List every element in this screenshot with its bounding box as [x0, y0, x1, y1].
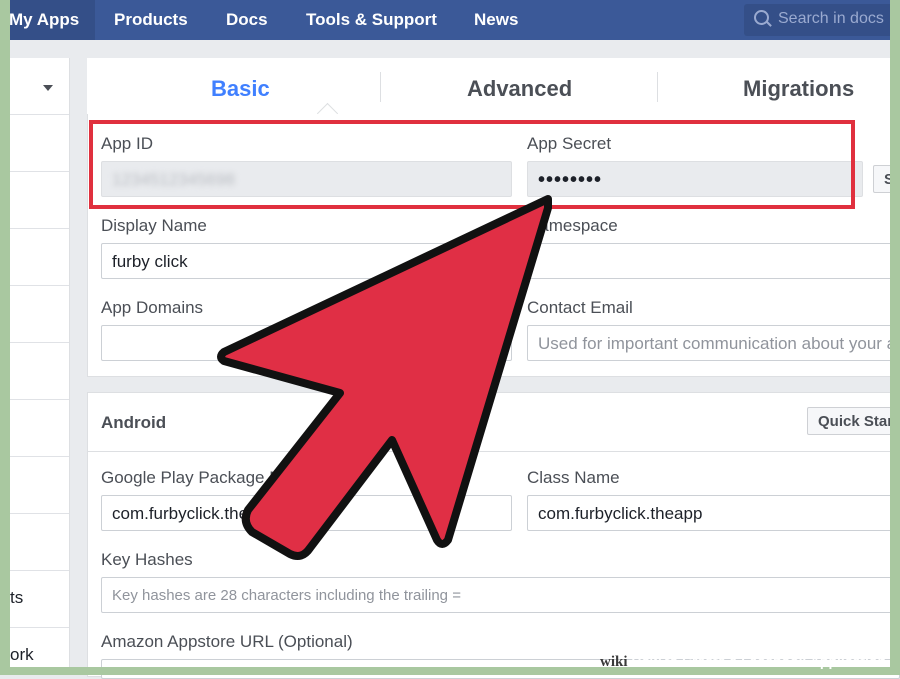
pointer-arrow-illustration [217, 195, 552, 560]
pointer-arrow-shape [217, 195, 552, 560]
watermark: wiki How to Create a Facebook Applicatio… [600, 653, 900, 675]
watermark-title: How to Create a Facebook Application [631, 653, 887, 669]
watermark-brand: wiki [600, 654, 628, 670]
